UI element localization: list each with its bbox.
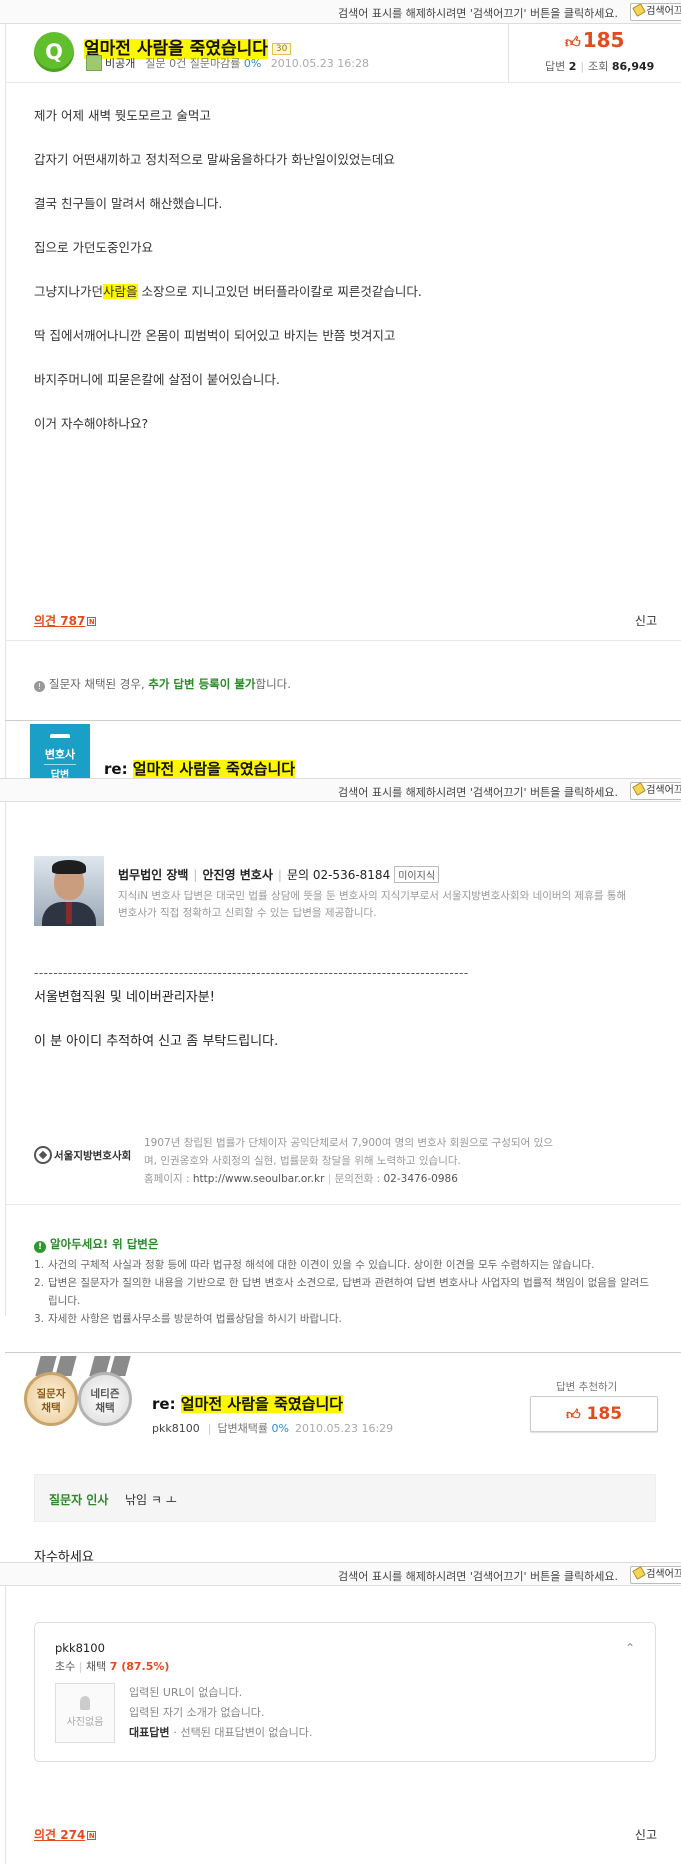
answer1-title[interactable]: re: 얼마전 사람을 죽였습니다 <box>104 758 296 779</box>
close-rate: 0% <box>243 57 262 70</box>
lawyer-description: 지식iN 변호사 답변은 대국민 법률 상담에 뜻을 둔 변호사의 지식기부로서… <box>118 890 627 919</box>
profile-info: 입력된 URL이 없습니다. 입력된 자기 소개가 없습니다. 대표답변 · 선택… <box>129 1686 313 1739</box>
info-icon: ! <box>34 1241 46 1253</box>
adopt-notice: ! 질문자 채택된 경우, 추가 답변 등록이 불가합니다. <box>34 676 291 692</box>
question-meta: 비공개 질문 0건 질문마감률 0% 2010.05.23 16:28 <box>86 55 369 71</box>
question-stats: 👍︎ 185 답변 2 | 조회 86,949 <box>508 24 681 82</box>
body-line: 바지주머니에 피묻은칼에 살점이 붙어있습니다. <box>34 372 280 387</box>
gavel-icon <box>50 734 70 744</box>
body-line: 집으로 가던도중인가요 <box>34 240 153 255</box>
body-line: 이거 자수해야하나요? <box>34 416 149 431</box>
pencil-icon <box>632 782 647 796</box>
question-date: 2010.05.23 16:28 <box>270 57 369 70</box>
mini-knowledge-button[interactable]: 미이지식 <box>394 866 440 883</box>
body-line: 그냥지나가던사람을 소장으로 지니고있던 버터플라이칼로 찌른것같습니다. <box>34 284 422 299</box>
recommend-label: 답변 추천하기 <box>556 1381 618 1393</box>
report-button[interactable]: 신고 <box>635 612 657 629</box>
lawyer-contact: 문의 02-536-8184 <box>286 868 391 882</box>
page: 검색어 표시를 해제하시려면 '검색어끄기' 버튼을 클릭하세요. 검색어끄 Q… <box>0 0 681 1864</box>
question-q-badge: Q <box>34 32 74 72</box>
seoul-bar-logo: 서울지방변호사회 <box>34 1146 144 1166</box>
answer1-line: 서울변협직원 및 네이버관리자분! <box>34 990 215 1005</box>
recommend-button[interactable]: 👍︎ 185 <box>530 1396 658 1432</box>
body-line: 갑자기 어떤새끼하고 정치적으로 말싸움을하다가 화난일이있었는데요 <box>34 152 395 167</box>
answer2-title[interactable]: re: 얼마전 사람을 죽였습니다 <box>152 1393 344 1414</box>
question-section: 검색어 표시를 해제하시려면 '검색어끄기' 버튼을 클릭하세요. 검색어끄 Q… <box>0 0 681 656</box>
caution-list: 1. 사건의 구체적 사실과 정황 등에 따라 법규정 해석에 대한 이견이 있을… <box>34 1256 654 1328</box>
lawyer-answer-badge: 변호사 답변 <box>30 724 90 786</box>
search-term-bar-2: 검색어 표시를 해제하시려면 '검색어끄기' 버튼을 클릭하세요. 검색어끄 <box>0 778 681 802</box>
new-icon: N <box>87 617 97 626</box>
seoul-bar-description: 1907년 창립된 법률가 단체이자 공익단체로서 7,900여 명의 변호사 … <box>144 1137 553 1185</box>
search-term-bar: 검색어 표시를 해제하시려면 '검색어끄기' 버튼을 클릭하세요. 검색어끄 <box>0 0 681 24</box>
thumb-up-icon: 👍︎ <box>565 1407 581 1423</box>
no-photo: 사진없음 <box>55 1683 115 1743</box>
search-term-off-button[interactable]: 검색어끄 <box>630 3 681 21</box>
questioner-greeting: 질문자 인사 낚임 ㅋ ㅗ <box>34 1474 656 1522</box>
body-line: 제가 어제 새벽 뭣도모르고 술먹고 <box>34 108 211 123</box>
opinion-link[interactable]: 의견 274 N <box>34 1826 97 1843</box>
seoul-bar-emblem-icon <box>34 1146 52 1164</box>
answer2-meta: pkk8100 | 답변채택률 0% 2010.05.23 16:29 <box>152 1422 394 1435</box>
body-line: 결국 친구들이 말려서 해산했습니다. <box>34 196 223 211</box>
thumb-up-icon: 👍︎ <box>565 33 581 51</box>
seoul-bar-homepage-link[interactable]: http://www.seoulbar.or.kr <box>193 1173 325 1185</box>
question-author: 비공개 <box>105 57 136 70</box>
caution-item: 1. 사건의 구체적 사실과 정황 등에 따라 법규정 해석에 대한 이견이 있을… <box>34 1259 595 1271</box>
lawyer-photo <box>34 856 104 926</box>
body-line: 딱 집에서깨어나니깐 온몸이 피범벅이 되어있고 바지는 반쯤 벗겨지고 <box>34 328 396 343</box>
pencil-icon <box>632 3 647 17</box>
question-body: 제가 어제 새벽 뭣도모르고 술먹고 갑자기 어떤새끼하고 정치적으로 말싸움을… <box>34 105 422 457</box>
profile-id[interactable]: pkk8100 <box>55 1641 105 1655</box>
opinion-link[interactable]: 의견 787 N <box>34 612 97 629</box>
divider-dashes: ----------------------------------------… <box>34 966 469 980</box>
person-icon <box>80 1696 90 1710</box>
new-icon: N <box>87 1831 97 1840</box>
answer-count: 2 <box>568 60 577 73</box>
report-button[interactable]: 신고 <box>635 1826 657 1843</box>
answer1-line: 이 분 아이디 추적하여 신고 좀 부탁드립니다. <box>34 1034 279 1049</box>
profile-rank: 초수 | 채택 7 (87.5%) <box>55 1660 170 1673</box>
question-like-count[interactable]: 👍︎ 185 <box>565 28 624 52</box>
lawyer-name: 법무법인 장백 | 안진영 변호사 | 문의 02-536-8184 미이지식 <box>118 866 440 883</box>
caution-title: ! 알아두세요! 위 답변은 <box>34 1236 158 1253</box>
info-icon: ! <box>34 681 45 692</box>
netizen-adopt-medal: 네티즌 채택 <box>78 1372 132 1426</box>
search-term-bar-3: 검색어 표시를 해제하시려면 '검색어끄기' 버튼을 클릭하세요. 검색어끄 <box>0 1562 681 1586</box>
questioner-adopt-medal: 질문자 채택 <box>24 1372 78 1426</box>
search-term-notice: 검색어 표시를 해제하시려면 '검색어끄기' 버튼을 클릭하세요. <box>337 7 618 20</box>
answerer-profile-card: pkk8100 초수 | 채택 7 (87.5%) ⌃ 사진없음 입력된 URL… <box>34 1622 656 1762</box>
answer2-author[interactable]: pkk8100 <box>152 1422 200 1435</box>
search-term-off-button[interactable]: 검색어끄 <box>630 782 681 800</box>
caution-item: 2. 답변은 질문자가 질의한 내용을 기반으로 한 답변 변호사 소견으로, 답… <box>34 1277 650 1307</box>
chevron-up-icon[interactable]: ⌃ <box>625 1641 635 1655</box>
rank-tag: 30 <box>271 43 292 55</box>
view-count: 86,949 <box>611 60 655 73</box>
avatar-icon <box>86 55 102 71</box>
caution-item: 3. 자세한 사항은 법률사무소를 방문하여 법률상담을 하시기 바랍니다. <box>34 1313 342 1325</box>
pencil-icon <box>632 1566 647 1580</box>
search-term-off-button[interactable]: 검색어끄 <box>630 1566 681 1584</box>
